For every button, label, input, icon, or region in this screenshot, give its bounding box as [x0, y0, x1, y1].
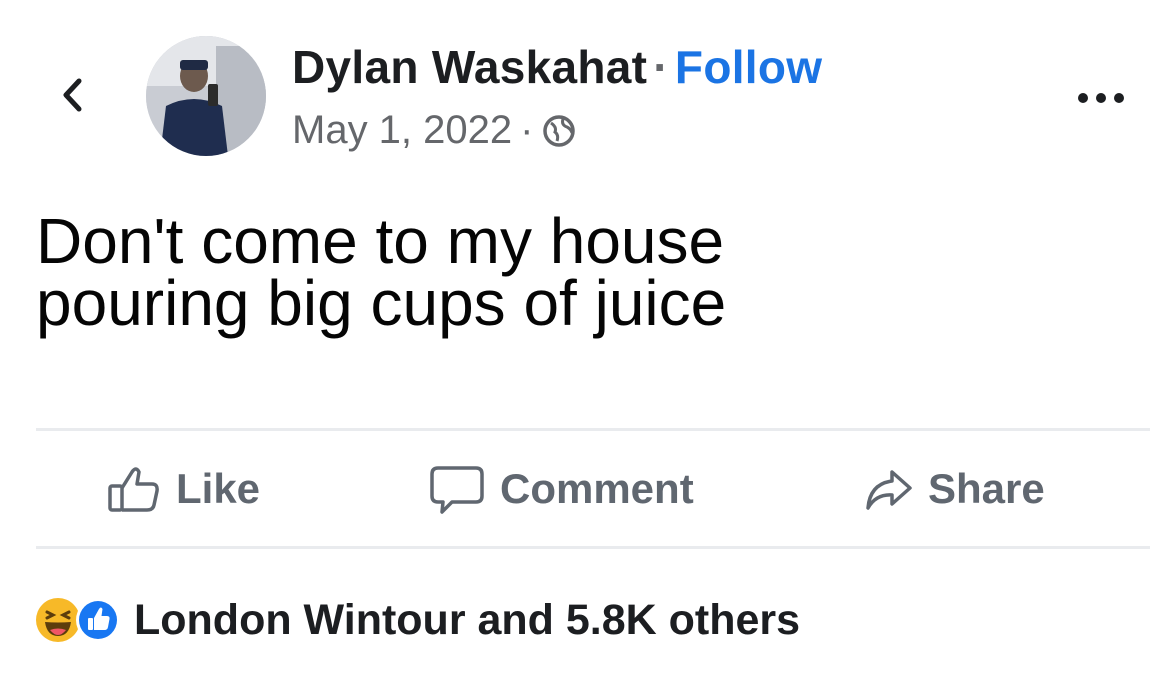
- thumbs-up-icon: [108, 467, 159, 512]
- more-options-button[interactable]: [1066, 78, 1136, 118]
- author-name[interactable]: Dylan Waskahat: [292, 41, 647, 93]
- chevron-left-icon: [63, 78, 82, 112]
- reaction-icons: [34, 596, 122, 644]
- avatar-photo: [146, 36, 266, 156]
- like-reaction-icon: [76, 598, 120, 642]
- divider-bottom: [36, 546, 1150, 549]
- reactions-text[interactable]: London Wintour and 5.8K others: [134, 596, 800, 645]
- share-button[interactable]: Share: [864, 446, 1045, 532]
- comment-button[interactable]: Comment: [428, 446, 694, 532]
- post-meta: May 1, 2022 ·: [292, 108, 577, 153]
- reactions-summary[interactable]: London Wintour and 5.8K others: [34, 590, 800, 650]
- comment-icon: [430, 466, 484, 514]
- avatar[interactable]: [146, 36, 266, 156]
- globe-icon: [543, 114, 576, 147]
- header-separator: ·: [653, 41, 669, 93]
- post-date[interactable]: May 1, 2022: [292, 108, 512, 153]
- like-button[interactable]: Like: [106, 446, 260, 532]
- share-icon: [866, 470, 912, 510]
- back-button[interactable]: [52, 72, 92, 118]
- ellipsis-icon: [1078, 93, 1124, 103]
- divider-top: [36, 428, 1150, 431]
- share-label: Share: [928, 465, 1045, 512]
- post-body: Don't come to my house pouring big cups …: [36, 205, 727, 339]
- action-bar: Like Comment Share: [0, 446, 1170, 532]
- post-header: Dylan Waskahat · Follow: [292, 40, 822, 94]
- follow-button[interactable]: Follow: [675, 41, 822, 93]
- like-label: Like: [176, 465, 261, 512]
- comment-label: Comment: [500, 465, 694, 512]
- meta-separator: ·: [520, 108, 534, 152]
